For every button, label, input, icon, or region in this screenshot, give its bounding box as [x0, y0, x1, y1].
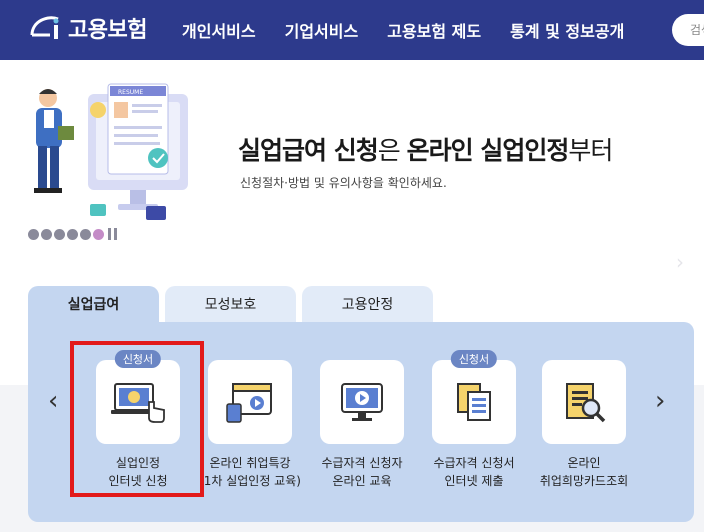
- service-qualification-online-education[interactable]: 수급자격 신청자 온라인 교육: [320, 360, 404, 490]
- slide-dot-5[interactable]: [80, 228, 91, 240]
- logo[interactable]: 고용보험: [28, 12, 147, 44]
- service-label: 온라인 취업희망카드조회: [539, 456, 629, 488]
- hero-illustration: RESUME: [34, 83, 188, 220]
- service-job-seeking-card-lookup[interactable]: 온라인 취업희망카드조회: [540, 360, 628, 490]
- logo-icon: [30, 16, 59, 39]
- hero-title: 실업급여 신청은 온라인 실업인정부터: [238, 136, 613, 165]
- service-label: 온라인 취업특강 (1차 실업인정 교육): [199, 456, 301, 488]
- logo-text: 고용보험: [68, 18, 147, 43]
- documents-icon: [457, 383, 491, 421]
- resume-label: RESUME: [118, 89, 143, 96]
- slide-indicator: [28, 228, 120, 240]
- tab-unemployment-benefit[interactable]: 실업급여: [28, 286, 159, 322]
- service-card[interactable]: [542, 360, 626, 444]
- search-input[interactable]: [672, 14, 704, 46]
- highlight-box: [70, 341, 204, 497]
- service-card[interactable]: 신청서: [432, 350, 516, 444]
- service-online-job-lecture[interactable]: 온라인 취업특강 (1차 실업인정 교육): [199, 360, 301, 490]
- slide-dot-3[interactable]: [54, 228, 65, 240]
- nav-personal-services[interactable]: 개인서비스: [182, 18, 256, 42]
- service-label: 수급자격 신청자 온라인 교육: [321, 456, 403, 488]
- tab-employment-stability[interactable]: 고용안정: [302, 286, 433, 322]
- next-arrow-icon[interactable]: ›: [655, 386, 665, 416]
- application-badge: 신청서: [450, 350, 498, 368]
- slide-dot-1[interactable]: [28, 228, 39, 240]
- service-qualification-application-submit[interactable]: 신청서 수급자격 신청서 인터넷 제출: [432, 350, 516, 490]
- hero-next-arrow-icon[interactable]: ›: [676, 250, 684, 274]
- benefit-tabs: 실업급여 모성보호 고용안정: [28, 286, 439, 322]
- slide-dot-4[interactable]: [67, 228, 78, 240]
- nav-statistics[interactable]: 통계 및 정보공개: [510, 18, 624, 42]
- document-search-icon: [566, 383, 606, 423]
- pause-icon[interactable]: [108, 228, 120, 240]
- prev-arrow-icon[interactable]: ‹: [48, 386, 58, 416]
- main-nav: 개인서비스 기업서비스 고용보험 제도 통계 및 정보공개: [182, 0, 653, 60]
- monitor-play-icon: [341, 383, 383, 421]
- search-box[interactable]: [672, 14, 704, 46]
- slide-dot-6[interactable]: [93, 228, 104, 240]
- header: 고용보험 개인서비스 기업서비스 고용보험 제도 통계 및 정보공개: [0, 0, 704, 60]
- nav-business-services[interactable]: 기업서비스: [285, 18, 359, 42]
- service-card[interactable]: [208, 360, 292, 444]
- hero-subtitle: 신청절차·방법 및 유의사항을 확인하세요.: [240, 176, 447, 190]
- video-lecture-icon: [226, 383, 272, 423]
- slide-dot-2[interactable]: [41, 228, 52, 240]
- nav-insurance-system[interactable]: 고용보험 제도: [387, 18, 481, 42]
- service-card[interactable]: [320, 360, 404, 444]
- tab-maternity-protection[interactable]: 모성보호: [165, 286, 296, 322]
